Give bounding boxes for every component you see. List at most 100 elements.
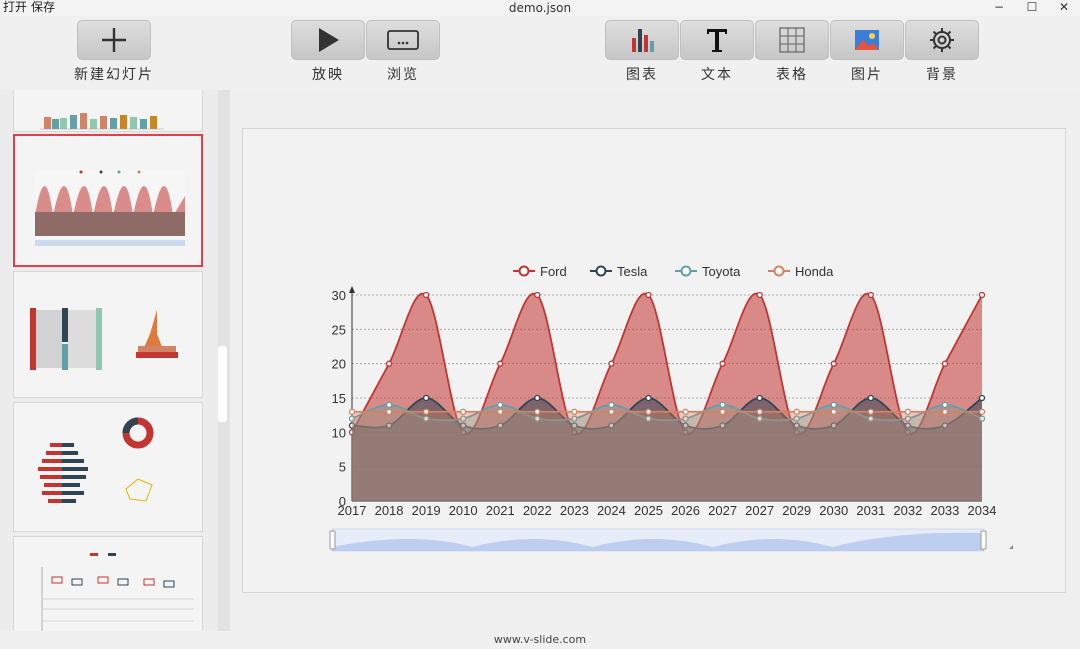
data-point-tesla	[422, 394, 430, 402]
new-slide-button[interactable]	[77, 20, 151, 60]
status-bar: www.v-slide.com	[0, 631, 1080, 646]
slide-thumbnail-4[interactable]	[13, 402, 203, 532]
minimize-button[interactable]: −	[992, 0, 1006, 15]
x-tick-label: 2021	[486, 503, 515, 518]
area-chart[interactable]: 0510152025302017 2018 2019 2010 2021 2022 2023…	[243, 129, 1065, 592]
window-title: demo.json	[508, 1, 572, 15]
legend-marker	[773, 265, 785, 277]
chart-icon	[632, 29, 654, 52]
browse-label: 浏览	[387, 67, 419, 83]
data-point-ford	[941, 360, 949, 367]
slide-thumbnail-2-selected[interactable]	[13, 134, 203, 267]
data-point-honda	[460, 408, 467, 415]
data-zoom-handle-right	[980, 530, 987, 550]
x-tick-label: 2026	[671, 503, 700, 518]
image-button[interactable]	[830, 20, 904, 60]
data-point-honda	[534, 408, 541, 415]
y-tick-label: 15	[332, 391, 346, 406]
slide-thumbnail-3[interactable]	[13, 271, 203, 398]
data-point-ford	[497, 360, 504, 367]
data-point-honda	[348, 408, 356, 415]
table-button[interactable]	[755, 20, 829, 60]
data-point-ford	[534, 291, 541, 299]
x-tick-label: 2033	[930, 503, 959, 518]
data-point-ford	[867, 291, 874, 299]
data-point-tesla	[978, 394, 986, 402]
x-tick-label: 2029	[782, 503, 811, 518]
x-tick-label: 2034	[968, 503, 997, 518]
x-tick-label: 2010	[449, 503, 478, 518]
data-point-toyota	[830, 401, 837, 409]
play-icon	[319, 28, 339, 52]
data-point-toyota	[719, 401, 726, 409]
x-tick-label: 2024	[597, 503, 626, 518]
data-point-ford	[756, 291, 763, 299]
data-point-honda	[682, 408, 689, 415]
data-point-honda	[904, 408, 912, 415]
legend-label: Tesla	[617, 264, 648, 279]
x-tick-label: 2025	[634, 503, 663, 518]
data-point-ford	[978, 291, 986, 299]
data-point-honda	[608, 408, 615, 415]
sankey-funnel-thumbnail	[30, 308, 178, 370]
data-point-tesla	[756, 394, 763, 402]
data-point-toyota	[941, 401, 949, 409]
legend-label: Toyota	[702, 264, 741, 279]
data-point-toyota	[385, 401, 393, 409]
toolbar: 新建幻灯片 放映 浏览 图表 文本 表格 图片 背景	[0, 16, 1080, 90]
browse-icon	[387, 30, 419, 50]
table-label: 表格	[776, 67, 808, 83]
slide-canvas[interactable]: 0 5 10 15 20 25 30 2017 2018 2019 2010 2021 2022 2023…	[242, 128, 1066, 593]
data-point-ford	[830, 360, 837, 367]
close-button[interactable]: ✕	[1057, 0, 1071, 15]
data-point-honda	[867, 408, 874, 415]
x-tick-label: 2027	[708, 503, 737, 518]
x-tick-label: 2027	[745, 503, 774, 518]
x-tick-label: 2032	[893, 503, 922, 518]
data-point-honda	[422, 408, 430, 415]
y-tick-label: 30	[332, 288, 346, 303]
data-point-honda	[978, 408, 986, 415]
background-label: 背景	[926, 67, 958, 83]
background-button[interactable]	[905, 20, 979, 60]
slide-thumbnail-5[interactable]	[13, 536, 203, 631]
y-tick-label: 5	[339, 460, 346, 475]
data-point-ford	[608, 360, 615, 367]
resize-grip	[1009, 545, 1013, 549]
legend-label: Ford	[540, 264, 567, 279]
plus-icon	[102, 28, 126, 52]
boxplot-thumbnail	[41, 553, 194, 631]
title-bar: 打开 保存 demo.json − ☐ ✕	[0, 0, 1080, 16]
table-icon	[779, 27, 805, 53]
population-donut-thumbnail	[38, 417, 154, 503]
y-tick-label: 10	[332, 425, 346, 440]
text-icon	[707, 29, 727, 52]
data-point-honda	[793, 408, 800, 415]
area-chart-thumbnail	[35, 170, 185, 246]
play-button[interactable]	[291, 20, 365, 60]
y-tick-label: 25	[332, 322, 346, 337]
browse-button[interactable]	[366, 20, 440, 60]
data-point-honda	[830, 408, 837, 415]
y-tick-label: 20	[332, 357, 346, 372]
chart-label: 图表	[626, 67, 658, 83]
image-icon	[855, 30, 879, 50]
x-tick-label: 2019	[412, 503, 441, 518]
data-point-honda	[645, 408, 652, 415]
data-point-ford	[385, 360, 393, 367]
maximize-button[interactable]: ☐	[1025, 0, 1039, 15]
x-tick-label: 2017	[338, 503, 367, 518]
text-button[interactable]	[680, 20, 754, 60]
legend-marker	[680, 265, 692, 277]
chart-button[interactable]	[605, 20, 679, 60]
data-point-ford	[719, 360, 726, 367]
new-slide-label: 新建幻灯片	[74, 67, 154, 83]
data-point-honda	[571, 408, 578, 415]
data-point-honda	[941, 408, 949, 415]
gear-icon	[930, 28, 954, 52]
slide-thumbnail-1[interactable]	[13, 90, 203, 132]
data-point-honda	[756, 408, 763, 415]
legend-marker	[518, 265, 530, 277]
sidebar-scrollbar-thumb[interactable]	[218, 346, 227, 422]
series-area-honda	[352, 411, 982, 501]
